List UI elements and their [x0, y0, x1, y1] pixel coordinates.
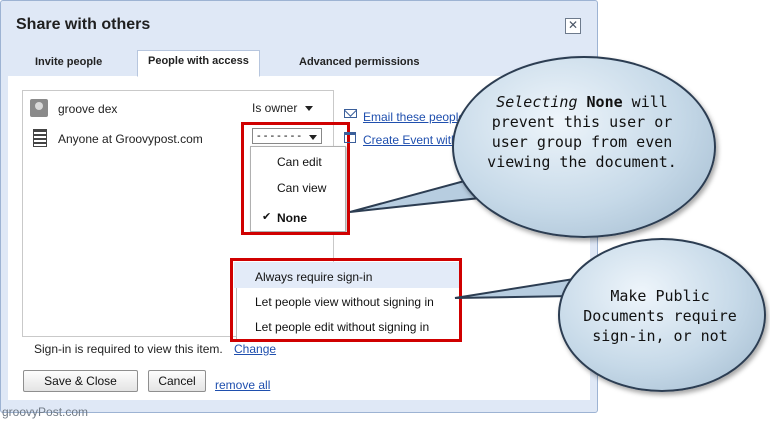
callout-none-line2: prevent this user or — [491, 113, 673, 131]
callout-none-em: Selecting — [496, 93, 578, 111]
callout-public-line3: sign-in, or not — [592, 327, 728, 345]
callout-none-text: Selecting None will prevent this user or… — [462, 92, 702, 172]
callout-none-rest: will — [622, 93, 668, 111]
callout-public-line1: Make Public — [610, 287, 710, 305]
callout-none-bold: None — [586, 93, 623, 111]
callout-none-line4: viewing the document. — [487, 153, 677, 171]
callout-none-line1: Selecting None will — [462, 92, 702, 112]
callout-none-line3: user group from even — [491, 133, 673, 151]
callout-public-text: Make Public Documents require sign-in, o… — [562, 286, 758, 346]
callout-public-line2: Documents require — [583, 307, 737, 325]
